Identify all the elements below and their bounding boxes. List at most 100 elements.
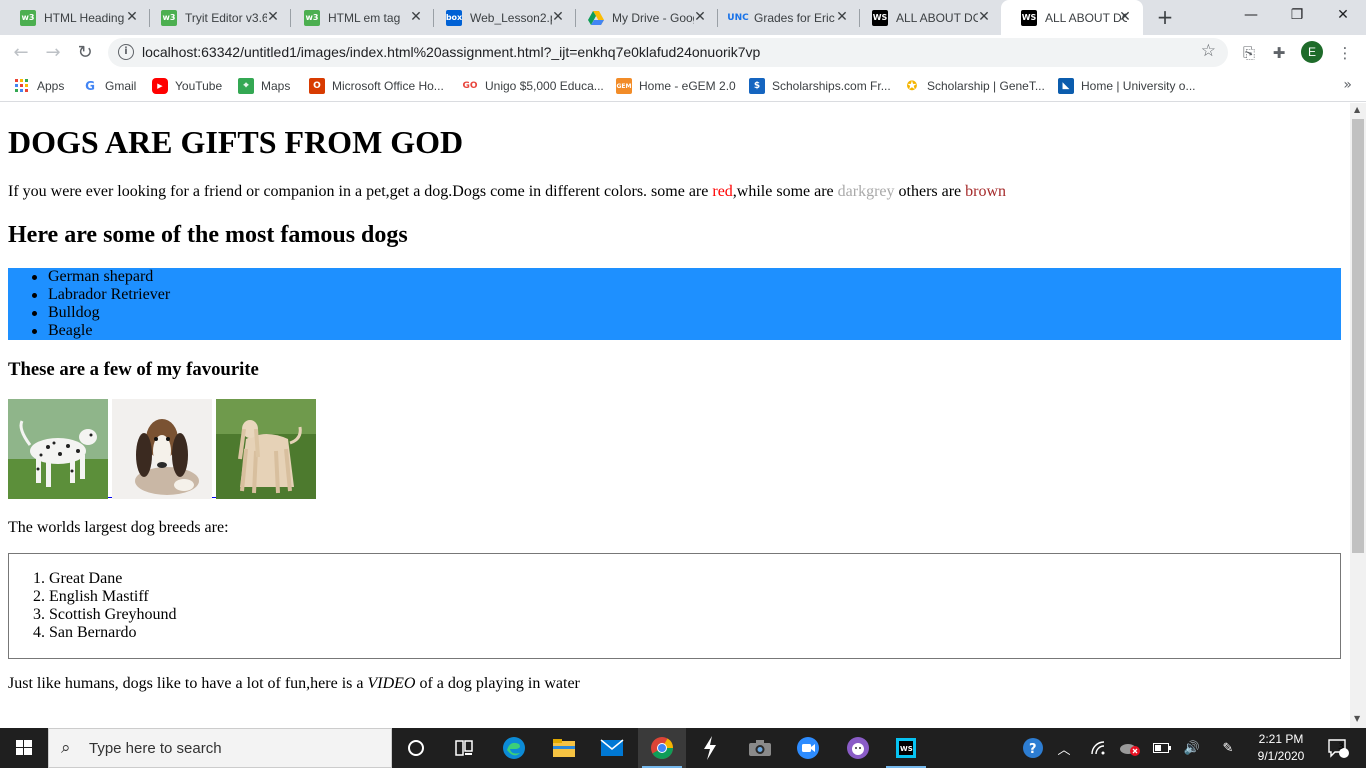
cortana-button[interactable] [392,728,440,768]
scrollbar-thumb[interactable] [1352,119,1364,553]
search-placeholder[interactable]: Type here to search [89,740,222,757]
tab-title: HTML em tag [328,10,401,25]
chrome-menu-icon[interactable]: ⋮ [1334,42,1356,64]
browser-tab[interactable]: w3 HTML Heading ✕ [0,0,150,35]
bookmark-gmail[interactable]: G Gmail [82,76,136,96]
bookmark-office[interactable]: O Microsoft Office Ho... [309,76,444,96]
bookmark-star-icon[interactable]: ☆ [1201,41,1216,61]
address-bar[interactable]: i localhost:63342/untitled1/images/index… [108,38,1228,67]
mail-taskbar-button[interactable] [588,728,636,768]
notification-count: 3 [1338,742,1344,752]
w3schools-icon: w3 [304,9,320,26]
webstorm-icon: WS [872,9,888,26]
bookmark-egem[interactable]: GEM Home - eGEM 2.0 [616,76,736,96]
mail-icon [600,739,624,756]
favourites-heading: These are a few of my favourite [8,359,259,380]
show-hidden-icons-chevron-icon[interactable]: ︿ [1052,728,1076,768]
edge-icon [503,737,525,759]
wifi-icon[interactable] [1086,728,1110,768]
search-icon: ⌕ [61,738,71,758]
restore-button[interactable]: ❐ [1274,0,1320,32]
edge-taskbar-button[interactable] [490,728,538,768]
bookmark-apps[interactable]: Apps [14,76,64,96]
onedrive-error-icon[interactable] [1116,728,1144,768]
windows-logo-icon [16,740,32,755]
afghan-hound-image[interactable] [216,399,316,499]
battery-icon[interactable] [1150,728,1174,768]
bookmark-genet[interactable]: ✪ Scholarship | GeneT... [904,76,1045,96]
help-tray-icon[interactable]: ? [1018,728,1048,768]
github-desktop-taskbar-button[interactable] [834,728,882,768]
largest-breeds-intro: The worlds largest dog breeds are: [8,519,229,536]
bookmark-label: Gmail [105,79,137,93]
bolt-app-taskbar-button[interactable] [686,728,734,768]
scroll-up-arrow-icon[interactable]: ▲ [1354,105,1360,114]
close-tab-icon[interactable]: ✕ [550,9,566,25]
more-bookmarks-chevron-icon[interactable]: » [1343,77,1352,93]
basset-hound-image[interactable] [112,399,212,499]
task-view-button[interactable] [440,728,488,768]
camera-taskbar-button[interactable] [736,728,784,768]
close-tab-icon[interactable]: ✕ [976,9,992,25]
close-window-button[interactable]: ✕ [1320,0,1366,32]
bookmark-youtube[interactable]: ▶ YouTube [152,76,222,96]
start-button[interactable] [0,728,48,768]
file-explorer-taskbar-button[interactable] [540,728,588,768]
bookmark-label: YouTube [175,79,223,93]
browser-tab[interactable]: My Drive - Google Drive ✕ [568,0,718,35]
browser-tab-active[interactable]: WS ALL ABOUT DOGS ✕ [1001,0,1143,35]
reading-list-icon[interactable]: ⎘ [1238,42,1260,64]
tab-title: Web_Lesson2.pdf [470,10,552,25]
page-scrollbar[interactable]: ▲ ▼ [1350,103,1366,728]
scroll-down-arrow-icon[interactable]: ▼ [1354,714,1360,723]
browser-tab[interactable]: w3 HTML em tag ✕ [284,0,434,35]
extensions-puzzle-icon[interactable]: ✚ [1268,42,1290,64]
bookmark-label: Microsoft Office Ho... [332,79,444,93]
zoom-taskbar-button[interactable] [784,728,832,768]
famous-dogs-list: German shepard Labrador Retriever Bulldo… [8,268,1341,340]
profile-avatar[interactable]: E [1301,41,1323,63]
tab-title: ALL ABOUT DOGS [896,10,978,25]
intro-text: others are [894,183,966,200]
volume-icon[interactable]: 🔊 [1180,728,1204,768]
system-clock[interactable]: 2:21 PM 9/1/2020 [1250,731,1312,765]
new-tab-button[interactable]: + [1153,5,1177,29]
minimize-button[interactable]: — [1228,0,1274,32]
close-tab-icon[interactable]: ✕ [124,9,140,25]
pen-workspace-icon[interactable]: ✎ [1214,728,1242,768]
dalmatian-image[interactable] [8,399,108,499]
zoom-icon [797,737,819,759]
intro-paragraph: If you were ever looking for a friend or… [8,183,1006,201]
notification-center-button[interactable]: 3 [1318,728,1358,768]
video-paragraph: Just like humans, dogs like to have a lo… [8,675,580,693]
bookmark-university[interactable]: ◣ Home | University o... [1058,76,1195,96]
bookmark-scholarships[interactable]: $ Scholarships.com Fr... [749,76,891,96]
close-tab-icon[interactable]: ✕ [834,9,850,25]
browser-tab[interactable]: UNC Grades for Eric ✕ [710,0,860,35]
site-info-icon[interactable]: i [118,44,134,60]
reload-button[interactable]: ↻ [72,40,98,66]
list-item: 1. Great Dane [33,570,123,587]
bookmark-unigo[interactable]: GO Unigo $5,000 Educa... [462,76,603,96]
close-tab-icon[interactable]: ✕ [265,9,281,25]
camera-icon [749,740,771,756]
clock-date: 9/1/2020 [1257,749,1305,763]
close-tab-icon[interactable]: ✕ [692,9,708,25]
lightning-bolt-icon [704,736,716,760]
browser-tab[interactable]: w3 Tryit Editor v3.6 ✕ [141,0,291,35]
webstorm-taskbar-button[interactable]: WS [882,728,930,768]
bookmark-label: Apps [37,79,65,93]
forward-button[interactable]: → [40,40,66,66]
taskbar-search[interactable]: ⌕ Type here to search [48,728,392,768]
chrome-taskbar-button[interactable] [638,728,686,768]
list-item: Bulldog [8,304,1341,322]
back-button[interactable]: ← [8,40,34,66]
bookmark-label: Home - eGEM 2.0 [639,79,736,93]
close-tab-icon[interactable]: ✕ [408,9,424,25]
browser-tab[interactable]: WS ALL ABOUT DOGS ✕ [852,0,1002,35]
browser-tab[interactable]: box Web_Lesson2.pdf ✕ [426,0,576,35]
url-text[interactable]: localhost:63342/untitled1/images/index.h… [142,44,760,60]
bookmark-maps[interactable]: ⌖ Maps [238,76,290,96]
w3schools-icon: w3 [161,9,177,26]
close-tab-icon[interactable]: ✕ [1117,9,1133,25]
